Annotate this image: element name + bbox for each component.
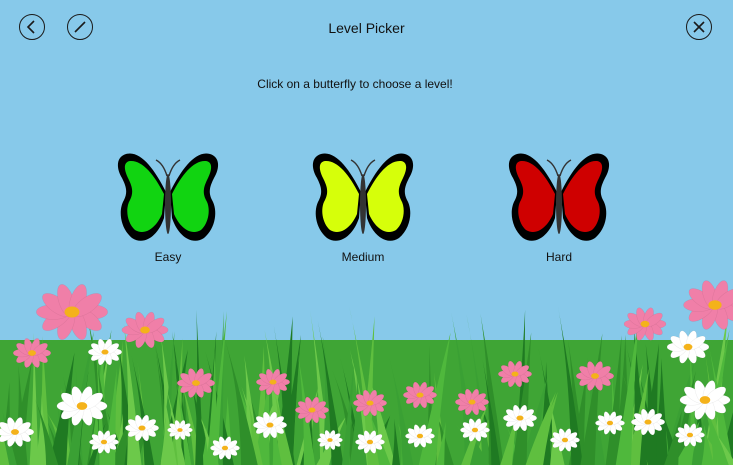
instruction-text: Click on a butterfly to choose a level! [257, 77, 453, 91]
close-x-icon [693, 21, 705, 33]
level-hard-label: Hard [545, 250, 572, 264]
level-medium-button[interactable]: Medium [303, 148, 423, 264]
butterfly-icon [312, 153, 414, 241]
close-button[interactable] [686, 14, 712, 40]
page-title: Level Picker [328, 20, 405, 36]
level-easy-label: Easy [154, 250, 182, 264]
butterfly-icon [508, 153, 610, 241]
level-hard-button[interactable]: Hard [499, 148, 619, 264]
level-easy-button[interactable]: Easy [108, 148, 228, 264]
flower-meadow-illustration [0, 280, 733, 465]
butterfly-icon [117, 153, 219, 241]
level-medium-label: Medium [341, 250, 385, 264]
